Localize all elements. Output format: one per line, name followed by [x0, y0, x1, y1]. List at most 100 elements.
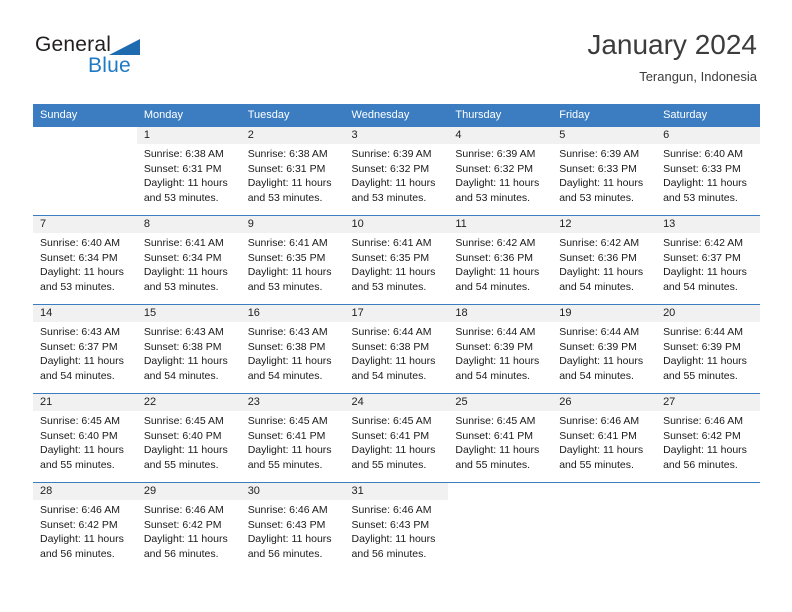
day-cell-inner: 20 Sunrise: 6:44 AM Sunset: 6:39 PM Dayligh…	[656, 305, 760, 393]
day-details: Sunrise: 6:45 AM Sunset: 6:41 PM Daylight:…	[241, 411, 345, 472]
calendar-day-cell[interactable]: 22 Sunrise: 6:45 AM Sunset: 6:40 PM Dayligh…	[136, 393, 241, 483]
daylight-text-line2: and 55 minutes.	[663, 369, 738, 382]
day-number: 14	[33, 305, 137, 322]
weekday-header-monday: Monday	[136, 104, 241, 127]
day-number	[552, 483, 656, 500]
day-cell-inner: 27 Sunrise: 6:46 AM Sunset: 6:42 PM Dayligh…	[656, 394, 760, 482]
day-number: 15	[136, 305, 241, 322]
calendar-day-cell[interactable]: 23 Sunrise: 6:45 AM Sunset: 6:41 PM Dayligh…	[240, 393, 345, 483]
calendar-week-row: 21 Sunrise: 6:45 AM Sunset: 6:40 PM Dayligh…	[33, 393, 760, 483]
calendar-day-cell[interactable]: 14 Sunrise: 6:43 AM Sunset: 6:37 PM Dayligh…	[33, 304, 137, 394]
calendar-day-cell[interactable]: 9 Sunrise: 6:41 AM Sunset: 6:35 PM Daylight…	[240, 215, 345, 305]
day-cell-inner: 6 Sunrise: 6:40 AM Sunset: 6:33 PM Daylight…	[656, 127, 760, 215]
calendar-day-cell[interactable]: 30 Sunrise: 6:46 AM Sunset: 6:43 PM Dayligh…	[240, 482, 345, 571]
calendar-day-cell[interactable]: 1 Sunrise: 6:38 AM Sunset: 6:31 PM Daylight…	[136, 126, 241, 216]
sunrise-text: Sunrise: 6:38 AM	[247, 148, 328, 160]
day-cell-inner: 14 Sunrise: 6:43 AM Sunset: 6:37 PM Dayligh…	[33, 305, 137, 393]
sunrise-text: Sunrise: 6:45 AM	[40, 415, 120, 427]
day-cell-inner: 30 Sunrise: 6:46 AM Sunset: 6:43 PM Dayligh…	[240, 483, 345, 571]
calendar-day-cell[interactable]: 13 Sunrise: 6:42 AM Sunset: 6:37 PM Dayligh…	[656, 215, 760, 305]
calendar-day-cell[interactable]: 5 Sunrise: 6:39 AM Sunset: 6:33 PM Daylight…	[552, 126, 657, 216]
day-cell-inner	[448, 483, 552, 571]
general-blue-logo[interactable]: General Blue	[35, 33, 265, 85]
daylight-text-line2: and 55 minutes.	[455, 458, 531, 471]
sunset-text: Sunset: 6:39 PM	[559, 340, 637, 353]
calendar-table: Sunday Monday Tuesday Wednesday Thursday…	[33, 104, 760, 571]
day-number: 23	[240, 394, 345, 411]
day-number: 29	[136, 483, 241, 500]
daylight-text-line2: and 56 minutes.	[247, 547, 323, 560]
day-number: 8	[136, 216, 241, 233]
day-cell-inner: 11 Sunrise: 6:42 AM Sunset: 6:36 PM Dayligh…	[448, 216, 553, 304]
daylight-text-line1: Daylight: 11 hours	[455, 266, 540, 279]
calendar-day-cell[interactable]: 29 Sunrise: 6:46 AM Sunset: 6:42 PM Dayligh…	[136, 482, 241, 571]
calendar-day-cell[interactable]: 6 Sunrise: 6:40 AM Sunset: 6:33 PM Daylight…	[656, 126, 760, 216]
day-number: 27	[656, 394, 760, 411]
sunset-text: Sunset: 6:35 PM	[351, 251, 430, 264]
day-details: Sunrise: 6:46 AM Sunset: 6:42 PM Daylight:…	[656, 411, 760, 472]
calendar-day-cell[interactable]: 11 Sunrise: 6:42 AM Sunset: 6:36 PM Dayligh…	[448, 215, 553, 305]
daylight-text-line1: Daylight: 11 hours	[40, 266, 124, 279]
day-number: 11	[448, 216, 553, 233]
calendar-day-cell[interactable]: 19 Sunrise: 6:44 AM Sunset: 6:39 PM Dayligh…	[552, 304, 657, 394]
day-details: Sunrise: 6:42 AM Sunset: 6:36 PM Daylight:…	[552, 233, 656, 294]
daylight-text-line1: Daylight: 11 hours	[247, 177, 332, 190]
daylight-text-line2: and 53 minutes.	[559, 191, 634, 204]
daylight-text-line2: and 55 minutes.	[351, 458, 427, 471]
calendar-day-cell[interactable]: 8 Sunrise: 6:41 AM Sunset: 6:34 PM Daylight…	[136, 215, 241, 305]
sunrise-text: Sunrise: 6:45 AM	[247, 415, 328, 427]
day-cell-inner: 19 Sunrise: 6:44 AM Sunset: 6:39 PM Dayligh…	[552, 305, 657, 393]
daylight-text-line1: Daylight: 11 hours	[351, 177, 436, 190]
calendar-day-cell[interactable]: 3 Sunrise: 6:39 AM Sunset: 6:32 PM Daylight…	[344, 126, 449, 216]
sunset-text: Sunset: 6:42 PM	[143, 518, 222, 531]
daylight-text-line2: and 54 minutes.	[455, 280, 531, 293]
weekday-header-thursday: Thursday	[448, 104, 553, 127]
logo-triangle-icon	[109, 39, 140, 55]
sunset-text: Sunset: 6:40 PM	[143, 429, 222, 442]
calendar-day-cell[interactable]: 12 Sunrise: 6:42 AM Sunset: 6:36 PM Dayligh…	[552, 215, 657, 305]
day-number: 18	[448, 305, 553, 322]
daylight-text-line2: and 53 minutes.	[40, 280, 115, 293]
daylight-text-line2: and 53 minutes.	[351, 280, 427, 293]
calendar-day-cell[interactable]: 16 Sunrise: 6:43 AM Sunset: 6:38 PM Dayligh…	[240, 304, 345, 394]
calendar-day-cell[interactable]: 17 Sunrise: 6:44 AM Sunset: 6:38 PM Dayligh…	[344, 304, 449, 394]
day-cell-inner: 1 Sunrise: 6:38 AM Sunset: 6:31 PM Daylight…	[136, 127, 241, 215]
sunset-text: Sunset: 6:39 PM	[663, 340, 741, 353]
daylight-text-line1: Daylight: 11 hours	[455, 444, 540, 457]
day-number	[656, 483, 760, 500]
calendar-day-cell[interactable]: 10 Sunrise: 6:41 AM Sunset: 6:35 PM Dayligh…	[344, 215, 449, 305]
calendar-day-cell[interactable]: 2 Sunrise: 6:38 AM Sunset: 6:31 PM Daylight…	[240, 126, 345, 216]
calendar-week-row: 14 Sunrise: 6:43 AM Sunset: 6:37 PM Dayligh…	[33, 304, 760, 394]
calendar-day-cell[interactable]: 15 Sunrise: 6:43 AM Sunset: 6:38 PM Dayligh…	[136, 304, 241, 394]
sunrise-text: Sunrise: 6:45 AM	[455, 415, 536, 427]
calendar-day-cell[interactable]: 20 Sunrise: 6:44 AM Sunset: 6:39 PM Dayligh…	[656, 304, 760, 394]
day-number	[33, 127, 137, 144]
sunrise-text: Sunrise: 6:45 AM	[143, 415, 224, 427]
day-details: Sunrise: 6:43 AM Sunset: 6:38 PM Daylight:…	[241, 322, 345, 383]
calendar-day-cell[interactable]: 27 Sunrise: 6:46 AM Sunset: 6:42 PM Dayligh…	[656, 393, 760, 483]
calendar-day-cell[interactable]: 31 Sunrise: 6:46 AM Sunset: 6:43 PM Dayligh…	[344, 482, 449, 571]
calendar-day-cell[interactable]: 28 Sunrise: 6:46 AM Sunset: 6:42 PM Dayligh…	[33, 482, 137, 571]
day-cell-inner: 23 Sunrise: 6:45 AM Sunset: 6:41 PM Dayligh…	[240, 394, 345, 482]
day-cell-inner	[33, 127, 137, 215]
daylight-text-line1: Daylight: 11 hours	[663, 355, 747, 368]
day-number: 6	[656, 127, 760, 144]
calendar-day-cell[interactable]: 7 Sunrise: 6:40 AM Sunset: 6:34 PM Daylight…	[33, 215, 137, 305]
calendar-day-cell[interactable]: 18 Sunrise: 6:44 AM Sunset: 6:39 PM Dayligh…	[448, 304, 553, 394]
calendar-day-cell[interactable]: 26 Sunrise: 6:46 AM Sunset: 6:41 PM Dayligh…	[552, 393, 657, 483]
day-details: Sunrise: 6:45 AM Sunset: 6:41 PM Daylight:…	[448, 411, 552, 472]
daylight-text-line2: and 55 minutes.	[247, 458, 323, 471]
day-number: 12	[552, 216, 657, 233]
daylight-text-line2: and 55 minutes.	[143, 458, 219, 471]
day-details: Sunrise: 6:38 AM Sunset: 6:31 PM Daylight:…	[137, 144, 241, 205]
calendar-day-cell[interactable]: 4 Sunrise: 6:39 AM Sunset: 6:32 PM Daylight…	[448, 126, 553, 216]
calendar-day-cell[interactable]: 25 Sunrise: 6:45 AM Sunset: 6:41 PM Dayligh…	[448, 393, 553, 483]
daylight-text-line2: and 55 minutes.	[40, 458, 115, 471]
calendar-day-cell[interactable]: 21 Sunrise: 6:45 AM Sunset: 6:40 PM Dayligh…	[33, 393, 137, 483]
sunset-text: Sunset: 6:31 PM	[247, 162, 326, 175]
calendar-day-cell[interactable]: 24 Sunrise: 6:45 AM Sunset: 6:41 PM Dayligh…	[344, 393, 449, 483]
sunset-text: Sunset: 6:36 PM	[455, 251, 534, 264]
day-number: 26	[552, 394, 657, 411]
sunrise-text: Sunrise: 6:43 AM	[40, 326, 120, 338]
day-number: 16	[240, 305, 345, 322]
